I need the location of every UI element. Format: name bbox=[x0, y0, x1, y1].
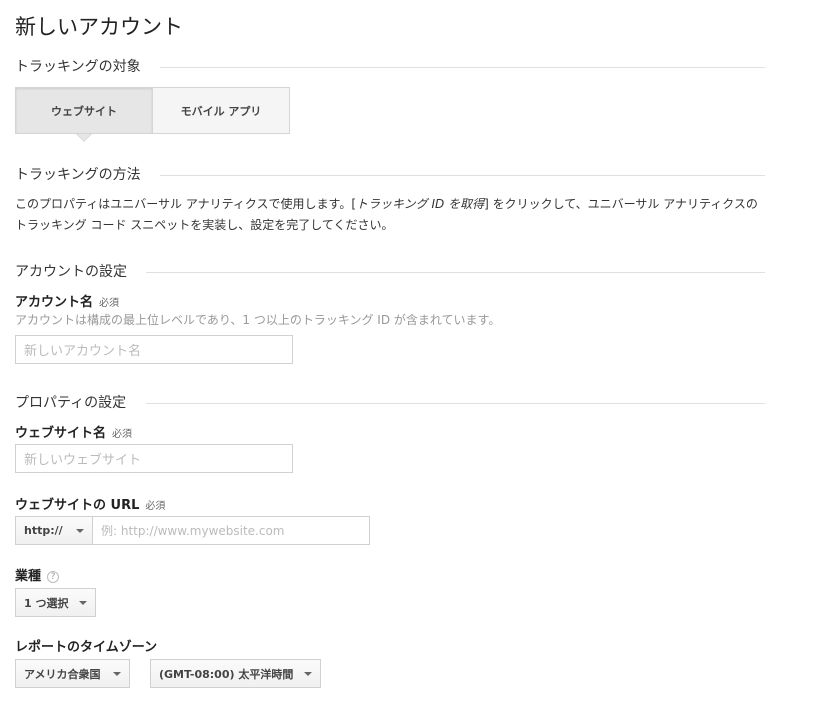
website-url-label: ウェブサイトの URL 必須 bbox=[15, 498, 166, 513]
section-divider bbox=[160, 67, 765, 68]
section-heading-tracking-method: トラッキングの方法 bbox=[15, 167, 141, 183]
section-divider bbox=[146, 272, 765, 273]
industry-dropdown[interactable]: 1 つ選択 bbox=[15, 588, 96, 617]
tracking-target-website-button[interactable]: ウェブサイト bbox=[15, 87, 153, 134]
timezone-country-dropdown[interactable]: アメリカ合衆国 bbox=[15, 659, 130, 688]
selection-pointer-fill bbox=[77, 134, 91, 141]
website-name-label: ウェブサイト名 必須 bbox=[15, 426, 133, 441]
industry-value: 1 つ選択 bbox=[24, 596, 69, 610]
chevron-down-icon bbox=[79, 600, 87, 605]
tracking-target-mobile-app-button[interactable]: モバイル アプリ bbox=[152, 87, 290, 134]
required-badge: 必須 bbox=[145, 501, 166, 512]
timezone-country-value: アメリカ合衆国 bbox=[24, 667, 101, 681]
url-protocol-dropdown[interactable]: http:// bbox=[15, 516, 93, 545]
chevron-down-icon bbox=[76, 528, 84, 533]
account-name-input[interactable]: 新しいアカウント名 bbox=[15, 335, 293, 364]
required-badge: 必須 bbox=[112, 429, 133, 440]
required-badge: 必須 bbox=[99, 298, 120, 309]
page-title: 新しいアカウント bbox=[15, 15, 183, 39]
tracking-id-link-text: トラッキング ID を取得 bbox=[356, 197, 485, 211]
section-heading-tracking-target: トラッキングの対象 bbox=[15, 59, 141, 75]
account-name-label: アカウント名 必須 bbox=[15, 295, 120, 310]
section-heading-account-settings: アカウントの設定 bbox=[15, 264, 127, 280]
section-divider bbox=[160, 175, 765, 176]
tracking-method-description: このプロパティはユニバーサル アナリティクスで使用します。[トラッキング ID … bbox=[15, 197, 758, 232]
timezone-value: (GMT-08:00) 太平洋時間 bbox=[159, 667, 294, 681]
section-heading-property-settings: プロパティの設定 bbox=[15, 395, 127, 411]
timezone-label: レポートのタイムゾーン bbox=[15, 640, 158, 655]
account-name-help: アカウントは構成の最上位レベルであり、1 つ以上のトラッキング ID が含まれて… bbox=[15, 313, 501, 327]
help-icon[interactable]: ? bbox=[47, 570, 60, 583]
chevron-down-icon bbox=[304, 671, 312, 676]
url-protocol-value: http:// bbox=[24, 524, 63, 537]
industry-label: 業種? bbox=[15, 565, 60, 584]
website-url-input[interactable]: 例: http://www.mywebsite.com bbox=[92, 516, 370, 545]
timezone-dropdown[interactable]: (GMT-08:00) 太平洋時間 bbox=[150, 659, 321, 688]
website-name-input[interactable]: 新しいウェブサイト bbox=[15, 444, 293, 473]
section-divider bbox=[146, 403, 765, 404]
chevron-down-icon bbox=[113, 671, 121, 676]
